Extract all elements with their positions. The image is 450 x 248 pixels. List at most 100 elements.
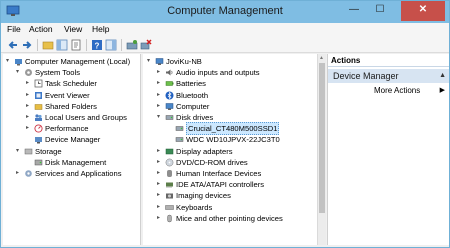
expand-arrow-icon[interactable]: ▸ [157, 168, 164, 179]
device-tree-item[interactable]: Crucial_CT480M500SSD1 [167, 122, 317, 136]
device-tree-item[interactable]: ▸ Imaging devices [157, 190, 317, 201]
maximize-button[interactable]: ☐ [367, 1, 393, 21]
more-actions-item[interactable]: More Actions ▶ [328, 85, 449, 97]
console-tree-label: Task Scheduler [45, 79, 97, 89]
console-tree-item[interactable]: ▸ Shared Folders [26, 101, 140, 112]
uninstall-device-icon[interactable] [140, 39, 152, 51]
expand-arrow-icon[interactable]: ▸ [26, 123, 33, 134]
collapse-arrow-icon[interactable]: ▾ [16, 146, 23, 157]
expand-arrow-icon[interactable]: ▸ [157, 213, 164, 224]
device-tree-item[interactable]: ▸ Audio inputs and outputs [157, 67, 317, 78]
device-tree-item[interactable]: ▸ Human Interface Devices [157, 168, 317, 179]
scrollbar-thumb[interactable] [319, 63, 325, 213]
expand-arrow-icon[interactable]: ▸ [26, 101, 33, 112]
close-button[interactable]: ✕ [401, 1, 445, 21]
menu-help[interactable]: Help [92, 24, 109, 34]
collapse-arrow-icon[interactable]: ▾ [157, 112, 164, 123]
dvd-drive-icon [165, 158, 174, 167]
device-manager-icon [35, 137, 42, 144]
expand-arrow-icon[interactable]: ▸ [157, 146, 164, 157]
console-tree-label: Device Manager [45, 135, 101, 145]
title-bar[interactable]: Computer Management — ☐ ✕ [1, 1, 449, 23]
device-tree-label: Mice and other pointing devices [176, 213, 283, 223]
device-tree-item[interactable]: ▸ Computer [157, 101, 317, 112]
device-tree-label: Display adapters [176, 146, 233, 156]
device-tree-item[interactable]: ▸ Mice and other pointing devices [157, 213, 317, 224]
device-tree-item[interactable]: WDC WD10JPVX-22JC3T0 [167, 134, 317, 145]
console-tree-item[interactable]: ▸ Local Users and Groups [26, 112, 140, 123]
shared-folders-icon [34, 104, 43, 110]
expand-arrow-icon[interactable]: ▸ [26, 78, 33, 89]
scan-hardware-icon[interactable] [126, 39, 138, 51]
expand-arrow-icon[interactable]: ▸ [157, 190, 164, 201]
scroll-up-arrow-icon[interactable]: ▲ [319, 55, 325, 61]
device-tree-label: JoviKu-NB [166, 57, 202, 66]
performance-icon [34, 124, 43, 133]
up-folder-icon[interactable] [42, 39, 54, 51]
expand-arrow-icon[interactable]: ▸ [157, 90, 164, 101]
expand-arrow-icon[interactable]: ▸ [157, 67, 164, 78]
menu-action[interactable]: Action [29, 24, 53, 34]
console-tree-item[interactable]: Disk Management [26, 157, 140, 168]
collapse-arrow-icon[interactable]: ▾ [147, 56, 154, 67]
collapse-up-icon[interactable]: ▲ [439, 69, 446, 83]
actions-pane: Actions Device Manager ▲ More Actions ▶ [327, 54, 449, 245]
console-tree-item[interactable]: ▸ Event Viewer [26, 90, 140, 101]
menu-file[interactable]: File [7, 24, 21, 34]
expand-arrow-icon[interactable]: ▸ [157, 78, 164, 89]
expand-arrow-icon[interactable]: ▸ [157, 101, 164, 112]
collapse-arrow-icon[interactable]: ▾ [16, 67, 23, 78]
bluetooth-icon [165, 91, 174, 100]
minimize-button[interactable]: — [341, 1, 367, 21]
console-tree-pane[interactable]: ▾ Computer Management (Local) ▾ System Tool… [3, 54, 141, 245]
device-tree-item[interactable]: ▸ DVD/CD-ROM drives [157, 157, 317, 168]
toolbar-separator [37, 39, 38, 51]
toolbar-separator [121, 39, 122, 51]
computer-icon [155, 58, 164, 65]
actions-section-device-manager[interactable]: Device Manager ▲ [328, 69, 449, 83]
device-tree-item[interactable]: ▸ Display adapters [157, 146, 317, 157]
expand-arrow-icon[interactable]: ▸ [26, 90, 33, 101]
console-tree-item[interactable]: ▾ Storage [16, 146, 140, 157]
device-tree-pane[interactable]: ▾ JoviKu-NB ▸ Audio inputs and outputs ▸ Batt… [143, 54, 317, 245]
expand-arrow-icon[interactable]: ▸ [16, 168, 23, 179]
device-tree-item[interactable]: ▸ Batteries [157, 78, 317, 89]
device-tree-item[interactable]: ▾ JoviKu-NB [147, 56, 317, 67]
expand-arrow-icon[interactable]: ▸ [26, 112, 33, 123]
collapse-arrow-icon[interactable]: ▾ [6, 56, 13, 67]
device-tree-label: Computer [176, 101, 210, 111]
mouse-icon [167, 214, 172, 223]
device-tree-item[interactable]: ▸ Keyboards [157, 202, 317, 213]
console-tree-item[interactable]: ▾ System Tools [16, 67, 140, 78]
audio-icon [166, 69, 173, 76]
console-tree-item[interactable]: ▸ Task Scheduler [26, 78, 140, 89]
expand-arrow-icon[interactable]: ▸ [157, 179, 164, 190]
storage-icon [24, 148, 33, 154]
console-tree-item[interactable]: Device Manager [26, 134, 140, 145]
vertical-scrollbar[interactable]: ▲ [317, 54, 326, 245]
device-tree-item[interactable]: ▸ Bluetooth [157, 90, 317, 101]
device-tree-label: WDC WD10JPVX-22JC3T0 [186, 135, 280, 145]
console-tree-label: System Tools [35, 68, 81, 78]
computer-management-window: Computer Management — ☐ ✕ File Action Vi… [0, 0, 450, 248]
forward-arrow-icon[interactable] [21, 39, 33, 51]
console-tree-label: Services and Applications [35, 169, 122, 178]
expand-arrow-icon[interactable]: ▸ [157, 202, 164, 213]
help-icon[interactable]: ? [91, 39, 103, 51]
device-tree-item[interactable]: ▸ IDE ATA/ATAPI controllers [157, 179, 317, 190]
keyboard-icon [165, 204, 174, 210]
device-tree-label: Bluetooth [176, 90, 209, 100]
local-users-icon [35, 114, 42, 121]
menu-view[interactable]: View [64, 24, 82, 34]
expand-arrow-icon[interactable]: ▸ [157, 157, 164, 168]
device-tree-label: Crucial_CT480M500SSD1 [186, 122, 280, 136]
device-tree-label: DVD/CD-ROM drives [176, 157, 248, 167]
console-tree-item[interactable]: ▾ Computer Management (Local) [6, 56, 140, 67]
show-hide-action-pane-icon[interactable] [105, 39, 117, 51]
show-hide-tree-icon[interactable] [56, 39, 68, 51]
disk-drive-icon [165, 115, 174, 120]
back-arrow-icon[interactable] [7, 39, 19, 51]
console-tree-item[interactable]: ▸ Performance [26, 123, 140, 134]
console-tree-item[interactable]: ▸ Services and Applications [16, 168, 140, 179]
properties-icon[interactable] [70, 39, 82, 51]
